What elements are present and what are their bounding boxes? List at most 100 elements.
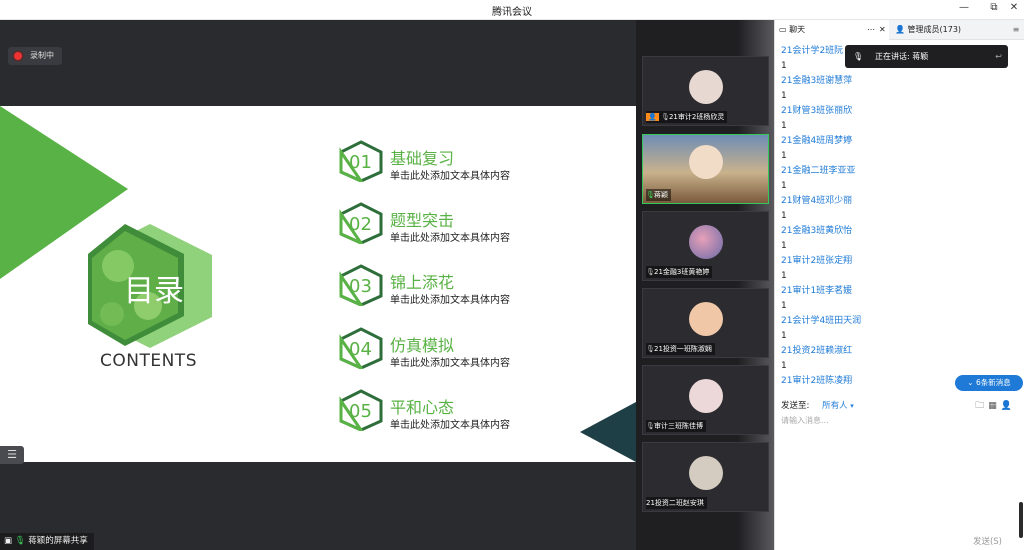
video-tiles-panel: 👤 🎙21审计2班杨欣灵 🎙蒋颖 🎙21金融3班黄艳婷 🎙21投资一班陈淑娴 🎙… [636, 20, 774, 550]
item-sub-5: 单击此处添加文本具体内容 [390, 420, 510, 431]
avatar [689, 379, 723, 413]
dropdown-icon[interactable]: ▾ [850, 402, 854, 410]
list-icon[interactable]: ☰ [0, 446, 24, 464]
message-text: 1 [781, 211, 787, 221]
slide-decor [0, 106, 636, 462]
tab-chat[interactable]: ▭ 聊天 ⋯ ✕ [775, 20, 889, 40]
video-tile-active[interactable]: 🎙蒋颖 [642, 134, 769, 204]
member-icon: 👤 [895, 25, 905, 34]
message-text: 1 [781, 241, 787, 251]
record-dot-icon [14, 52, 22, 60]
recording-label: 录制中 [30, 51, 54, 60]
screen-share-label: 蒋颖的屏幕共享 [28, 536, 88, 546]
chat-panel: ▭ 聊天 ⋯ ✕ 👤 管理成员(173) ≡ 21会计学2班阮 1 21金融3班… [774, 20, 1024, 550]
chat-tabs: ▭ 聊天 ⋯ ✕ 👤 管理成员(173) ≡ [775, 20, 1024, 40]
screenshot-icon[interactable]: ▦ [988, 401, 1001, 411]
chat-tools: 🗀▦👤 [975, 398, 1016, 414]
avatar [689, 456, 723, 490]
message-sender[interactable]: 21财管4班邓少丽 [781, 194, 1017, 209]
video-tile[interactable]: 👤 🎙21审计2班杨欣灵 [642, 56, 769, 126]
message-sender[interactable]: 21财管3班张丽欣 [781, 104, 1017, 119]
item-number-4: 04 [349, 339, 372, 360]
tile-name: 🎙21投资一班陈淑娴 [646, 343, 715, 355]
message-text: 1 [781, 151, 787, 161]
window-title: 腾讯会议 [492, 7, 532, 18]
slide-contents-label: CONTENTS [100, 351, 197, 371]
scrollbar[interactable] [1019, 40, 1023, 550]
message-text: 1 [781, 271, 787, 281]
message-sender[interactable]: 21投资2班赖淑红 [781, 344, 1017, 359]
item-title-2: 题型突击 [390, 211, 455, 230]
folder-icon[interactable]: 🗀 [975, 401, 988, 411]
message-input[interactable]: 请输入消息... [781, 413, 1017, 531]
tile-name: 👤 🎙21审计2班杨欣灵 [646, 111, 728, 123]
item-number-2: 02 [349, 214, 372, 235]
message-sender[interactable]: 21会计学4班田天润 [781, 314, 1017, 329]
item-sub-1: 单击此处添加文本具体内容 [390, 171, 510, 182]
item-sub-3: 单击此处添加文本具体内容 [390, 295, 510, 306]
mic-icon: 🎙 [646, 422, 655, 430]
presentation-slide: 目录 CONTENTS 01 基础复习 单击此处添加文本具体内容 02 题型突击… [0, 106, 636, 462]
slide-center-label: 目录 [124, 274, 184, 309]
message-text: 1 [781, 121, 787, 131]
close-tab-icon[interactable]: ✕ [879, 20, 886, 40]
message-sender[interactable]: 21金融4班周梦婷 [781, 134, 1017, 149]
new-messages-button[interactable]: ⌄ 6条新消息 [955, 375, 1023, 391]
item-title-1: 基础复习 [390, 149, 455, 168]
user-settings-icon[interactable]: 👤 [1001, 401, 1016, 411]
video-tile[interactable]: 🎙21金融3班黄艳婷 [642, 211, 769, 281]
avatar [689, 145, 723, 179]
item-title-5: 平和心态 [390, 398, 455, 417]
tab-members[interactable]: 👤 管理成员(173) [891, 20, 1003, 40]
item-number-1: 01 [349, 152, 372, 173]
item-title-3: 锦上添花 [390, 273, 455, 292]
item-sub-4: 单击此处添加文本具体内容 [390, 358, 510, 369]
shared-screen-area: 录制中 目录 CONTENTS 01 基础复习 单击此处添加文本具体内容 02 … [0, 20, 636, 550]
tile-name: 21投资二班赵安琪 [646, 497, 707, 509]
mic-icon: 🎙 [660, 113, 670, 121]
send-to-selector[interactable]: 发送至: 所有人 ▾ [781, 399, 854, 411]
screen-icon: ▣ [4, 536, 13, 546]
tile-name: 🎙审计三班陈佳博 [646, 420, 706, 432]
item-title-4: 仿真模拟 [390, 336, 455, 355]
mic-icon: 🎙 [14, 536, 26, 546]
message-list: 21会计学2班阮 1 21金融3班谢慧萍 1 21财管3班张丽欣 1 21金融4… [781, 44, 1017, 389]
mic-icon: 🎙 [646, 191, 655, 199]
message-sender[interactable]: 21金融3班谢慧萍 [781, 74, 1017, 89]
message-sender[interactable]: 21审计1班李茗媛 [781, 284, 1017, 299]
tile-name: 🎙蒋颖 [646, 189, 671, 201]
message-text: 1 [781, 91, 787, 101]
message-text: 1 [781, 331, 787, 341]
avatar [689, 302, 723, 336]
close-icon[interactable]: ✕ [1004, 2, 1024, 13]
speaker-mic-icon: 🎙 [853, 52, 864, 61]
avatar [689, 225, 723, 259]
message-text: 1 [781, 181, 787, 191]
more-icon[interactable]: ⋯ [867, 20, 875, 40]
video-tile[interactable]: 🎙审计三班陈佳博 [642, 365, 769, 435]
menu-icon[interactable]: ≡ [1007, 20, 1024, 40]
video-tile[interactable]: 21投资二班赵安琪 [642, 442, 769, 512]
message-sender[interactable]: 21金融3班黄欣怡 [781, 224, 1017, 239]
restore-icon[interactable]: ⧉ [984, 2, 1004, 13]
item-sub-2: 单击此处添加文本具体内容 [390, 233, 510, 244]
recording-badge[interactable]: 录制中 [8, 47, 62, 65]
tile-name: 🎙21金融3班黄艳婷 [646, 266, 713, 278]
screen-share-bar[interactable]: ▣ 🎙 蒋颖的屏幕共享 [0, 533, 94, 550]
message-sender[interactable]: 21审计2班张定翔 [781, 254, 1017, 269]
video-tile[interactable]: 🎙21投资一班陈淑娴 [642, 288, 769, 358]
chevron-down-icon: ⌄ [967, 378, 974, 387]
avatar [689, 70, 723, 104]
message-sender[interactable]: 21金融二班李亚亚 [781, 164, 1017, 179]
item-number-5: 05 [349, 401, 372, 422]
chat-icon: ▭ [779, 25, 787, 34]
mic-icon: 🎙 [646, 268, 655, 276]
send-to-value[interactable]: 所有人 [822, 401, 848, 411]
message-text: 1 [781, 301, 787, 311]
mic-icon: 🎙 [646, 345, 655, 353]
send-button[interactable]: 发送(S) [973, 535, 1002, 547]
pin-icon[interactable]: ↩ [995, 45, 1002, 68]
minimize-icon[interactable]: — [954, 2, 974, 13]
item-number-3: 03 [349, 276, 372, 297]
title-bar: 腾讯会议 — ⧉ ✕ [0, 0, 1024, 20]
